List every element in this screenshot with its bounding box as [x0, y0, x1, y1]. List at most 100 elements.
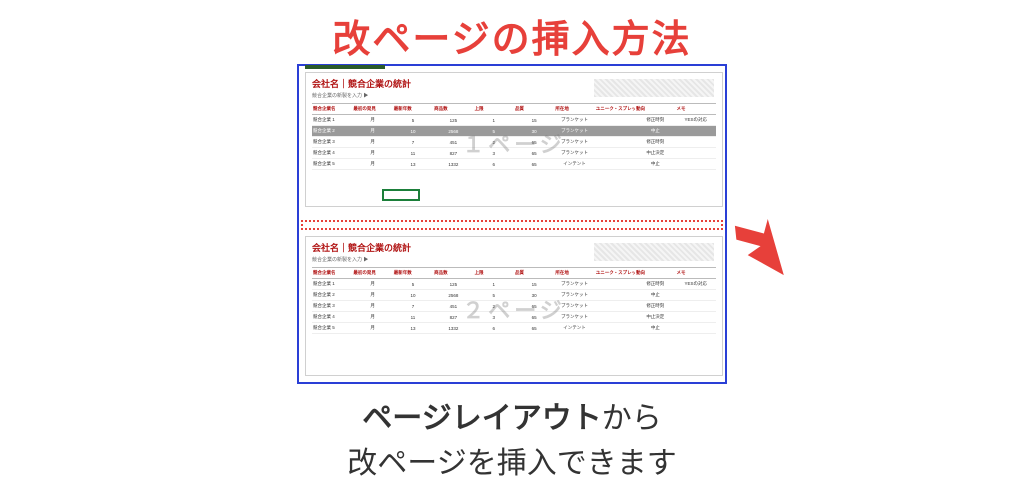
- spreadsheet-preview: 会社名｜競合企業の統計 競合企業の新製を入力 ▶ 競合企業名最初の発見最新年数商…: [297, 64, 727, 384]
- table-cell: 3: [474, 312, 514, 323]
- table-cell: 競合企業 2: [312, 290, 352, 301]
- table-cell: [595, 137, 635, 148]
- table-row: 競合企業 4月11827365ブランケット中止決定: [312, 312, 716, 323]
- table-cell: 65: [514, 137, 554, 148]
- col-header: 動向: [635, 104, 675, 115]
- col-header: 動向: [635, 268, 675, 279]
- table-cell: 3: [474, 148, 514, 159]
- col-header: ユニーク・スプレット: [595, 104, 635, 115]
- col-header: 所在地: [554, 104, 594, 115]
- table-cell: [595, 301, 635, 312]
- header-hatched: [594, 243, 714, 261]
- table-cell: 2568: [433, 126, 473, 137]
- table-cell: 7: [393, 137, 433, 148]
- table-cell: 月: [352, 126, 392, 137]
- table-cell: 競合企業 3: [312, 137, 352, 148]
- table-cell: 5: [474, 290, 514, 301]
- data-table-1: 競合企業名最初の発見最新年数商品数上限品質所在地ユニーク・スプレット動向メモ 競…: [312, 103, 716, 170]
- table-cell: 1: [474, 115, 514, 126]
- table-cell: 修正時刻: [635, 137, 675, 148]
- table-cell: 827: [433, 312, 473, 323]
- table-row: 競合企業 2月102568530ブランケット中止: [312, 290, 716, 301]
- table-cell: 月: [352, 279, 392, 290]
- table-cell: ブランケット: [554, 115, 594, 126]
- table-cell: 月: [352, 148, 392, 159]
- col-header: 商品数: [433, 104, 473, 115]
- active-cell-cursor[interactable]: [382, 189, 420, 201]
- table-cell: 11: [393, 312, 433, 323]
- table-cell: 1332: [433, 159, 473, 170]
- table-cell: 競合企業 4: [312, 312, 352, 323]
- table-cell: 競合企業 2: [312, 126, 352, 137]
- table-cell: 月: [352, 301, 392, 312]
- table-cell: 7: [393, 301, 433, 312]
- table-row: 競合企業 2月102568530ブランケット中止: [312, 126, 716, 137]
- header-hatched: [594, 79, 714, 97]
- table-cell: YESの対応: [676, 279, 716, 290]
- table-cell: 1: [474, 279, 514, 290]
- table-cell: 65: [514, 159, 554, 170]
- table-cell: 競合企業 1: [312, 115, 352, 126]
- table-row: 競合企業 3月7451265ブランケット修正時刻: [312, 301, 716, 312]
- table-cell: 競合企業 4: [312, 148, 352, 159]
- table-row: 競合企業 5月131332665インテント中止: [312, 323, 716, 334]
- col-header: 最新年数: [393, 104, 433, 115]
- table-cell: [676, 290, 716, 301]
- table-cell: 13: [393, 159, 433, 170]
- table-cell: 6: [474, 323, 514, 334]
- table-row: 競合企業 1月5125115ブランケット修正時刻YESの対応: [312, 279, 716, 290]
- table-cell: 65: [514, 323, 554, 334]
- table-cell: [595, 290, 635, 301]
- table-row: 競合企業 1月5125115ブランケット修正時刻YESの対応: [312, 115, 716, 126]
- table-cell: [676, 312, 716, 323]
- table-cell: 5: [474, 126, 514, 137]
- col-header: 上限: [474, 104, 514, 115]
- table-cell: 競合企業 3: [312, 301, 352, 312]
- col-header: 競合企業名: [312, 268, 352, 279]
- caption-bold: ページレイアウト: [362, 402, 601, 435]
- table-cell: 修正時刻: [635, 279, 675, 290]
- table-row: 競合企業 3月7451265ブランケット修正時刻: [312, 137, 716, 148]
- table-cell: インテント: [554, 323, 594, 334]
- table-cell: 修正時刻: [635, 115, 675, 126]
- col-header: メモ: [676, 268, 716, 279]
- table-cell: 月: [352, 137, 392, 148]
- table-cell: [676, 126, 716, 137]
- table-cell: 125: [433, 279, 473, 290]
- table-cell: 65: [514, 301, 554, 312]
- caption: ページレイアウトから 改ページを挿入できます: [0, 396, 1024, 486]
- table-cell: [676, 323, 716, 334]
- table-cell: 月: [352, 115, 392, 126]
- table-cell: [676, 159, 716, 170]
- col-header: ユニーク・スプレット: [595, 268, 635, 279]
- table-cell: [595, 115, 635, 126]
- table-cell: 中止: [635, 323, 675, 334]
- col-header: 上限: [474, 268, 514, 279]
- table-cell: 月: [352, 159, 392, 170]
- col-header: 所在地: [554, 268, 594, 279]
- table-cell: 15: [514, 279, 554, 290]
- table-cell: 10: [393, 290, 433, 301]
- table-cell: 中止決定: [635, 312, 675, 323]
- table-cell: [676, 148, 716, 159]
- table-cell: 13: [393, 323, 433, 334]
- table-cell: 競合企業 1: [312, 279, 352, 290]
- table-cell: [595, 148, 635, 159]
- table-cell: 月: [352, 290, 392, 301]
- table-cell: [595, 159, 635, 170]
- table-cell: 中止: [635, 290, 675, 301]
- table-cell: ブランケット: [554, 137, 594, 148]
- callout-arrow-icon: [730, 218, 790, 278]
- caption-rest1: から: [602, 402, 662, 435]
- page-2: 会社名｜競合企業の統計 競合企業の新製を入力 ▶ 競合企業名最初の発見最新年数商…: [305, 236, 723, 376]
- col-header: 最初の発見: [352, 268, 392, 279]
- col-header: メモ: [676, 104, 716, 115]
- table-cell: 5: [393, 279, 433, 290]
- table-cell: 451: [433, 301, 473, 312]
- table-cell: 10: [393, 126, 433, 137]
- table-cell: 827: [433, 148, 473, 159]
- table-cell: 2: [474, 301, 514, 312]
- table-cell: 2: [474, 137, 514, 148]
- table-cell: [595, 312, 635, 323]
- table-cell: 2568: [433, 290, 473, 301]
